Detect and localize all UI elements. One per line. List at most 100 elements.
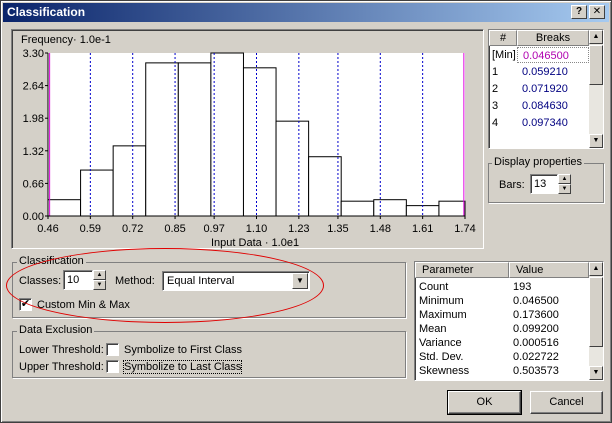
classes-spinner[interactable]: 10 ▲ ▼ [63, 270, 107, 290]
param-header-name[interactable]: Parameter [415, 262, 509, 278]
param-value: 0.503573 [513, 365, 559, 377]
histogram-bar [177, 62, 212, 217]
x-axis-title: Input Data · 1.0e1 [211, 237, 300, 249]
y-tick-label: 2.64 [23, 81, 44, 93]
parameters-table[interactable]: Parameter Value Count 193 Minimum 0.0465… [414, 261, 604, 381]
breaks-header-value[interactable]: Breaks [517, 30, 589, 46]
table-row[interactable]: Variance 0.000516 [415, 336, 589, 350]
histogram-bar [438, 200, 466, 217]
histogram-bar [210, 52, 244, 217]
custom-minmax-checkbox[interactable]: ✔ [19, 298, 32, 311]
scroll-thumb[interactable] [589, 45, 603, 85]
histogram-bar [242, 67, 277, 217]
spin-up-icon[interactable]: ▲ [558, 174, 571, 184]
parameters-scrollbar[interactable]: ▲ ▼ [589, 262, 603, 380]
break-value[interactable]: 0.084630 [517, 98, 589, 114]
x-tick-label: 1.48 [370, 223, 391, 235]
break-row[interactable]: 1 0.059210 [489, 64, 589, 80]
first-class-checkbox[interactable] [106, 343, 119, 356]
y-tick-label: 1.98 [23, 113, 44, 125]
breaks-header-index[interactable]: # [489, 30, 517, 46]
last-class-label[interactable]: Symbolize to Last Class [122, 360, 243, 374]
parameters-header: Parameter Value [415, 262, 589, 278]
table-row[interactable]: Minimum 0.046500 [415, 294, 589, 308]
lower-threshold-label: Lower Threshold: [19, 344, 104, 356]
method-value: Equal Interval [167, 275, 235, 287]
histogram-bar [145, 62, 179, 217]
method-label: Method: [115, 275, 155, 287]
breaks-header: # Breaks [489, 30, 589, 46]
classification-dialog: Classification ? ✕ Frequency· 1.0e-1 0.0… [0, 0, 612, 423]
scroll-down-icon[interactable]: ▼ [589, 366, 603, 380]
table-row[interactable]: Std. Dev. 0.022722 [415, 350, 589, 364]
break-row[interactable]: 4 0.097340 [489, 115, 589, 131]
break-value[interactable]: 0.071920 [517, 81, 589, 97]
table-row[interactable]: Count 193 [415, 280, 589, 294]
y-tick-label: 0.00 [23, 211, 44, 223]
spin-up-icon[interactable]: ▲ [93, 270, 106, 280]
scroll-down-icon[interactable]: ▼ [589, 134, 603, 148]
method-select[interactable]: Equal Interval ▼ [162, 271, 310, 291]
x-tick-label: 1.23 [288, 223, 309, 235]
last-class-checkbox[interactable] [106, 360, 119, 373]
ok-button[interactable]: OK [447, 390, 522, 415]
param-name: Maximum [419, 309, 467, 321]
histogram-bar [308, 156, 342, 217]
x-tick-label: 1.35 [327, 223, 348, 235]
break-row[interactable]: [Min] 0.046500 [489, 47, 589, 63]
x-tick-label: 1.61 [412, 223, 433, 235]
upper-threshold-label: Upper Threshold: [19, 361, 104, 373]
y-tick-label: 0.66 [23, 178, 44, 190]
param-value: 0.022722 [513, 351, 559, 363]
x-tick-label: 1.10 [246, 223, 267, 235]
spin-down-icon[interactable]: ▼ [558, 184, 571, 194]
dropdown-arrow-icon[interactable]: ▼ [292, 273, 308, 289]
cancel-button[interactable]: Cancel [530, 391, 603, 414]
bars-spinner[interactable]: 13 ▲ ▼ [530, 174, 572, 194]
param-name: Count [419, 281, 449, 293]
table-row[interactable]: Maximum 0.173600 [415, 308, 589, 322]
scroll-thumb[interactable] [589, 277, 603, 347]
x-tick-label: 0.97 [203, 223, 224, 235]
param-value: 0.000516 [513, 337, 559, 349]
classes-label: Classes: [19, 275, 62, 287]
display-properties-title: Display properties [492, 156, 585, 168]
break-row[interactable]: 2 0.071920 [489, 81, 589, 97]
table-row[interactable]: Skewness 0.503573 [415, 364, 589, 378]
break-index: 1 [492, 66, 499, 78]
break-row[interactable]: 3 0.084630 [489, 98, 589, 114]
classes-input[interactable]: 10 [63, 270, 93, 290]
scroll-up-icon[interactable]: ▲ [589, 262, 603, 276]
x-tick-label: 1.74 [454, 223, 475, 235]
break-index: 2 [492, 83, 499, 95]
histogram-bar [373, 199, 407, 217]
x-tick-label: 0.46 [37, 223, 58, 235]
classification-group-title: Classification [17, 255, 86, 267]
y-tick-label: 1.32 [23, 146, 44, 158]
scroll-up-icon[interactable]: ▲ [589, 30, 603, 44]
param-name: Std. Dev. [419, 351, 464, 363]
break-value[interactable]: 0.059210 [517, 64, 589, 80]
x-tick-label: 0.85 [164, 223, 185, 235]
x-tick-label: 0.59 [80, 223, 101, 235]
break-index: 3 [492, 100, 499, 112]
param-value: 0.099200 [513, 323, 559, 335]
param-name: Variance [419, 337, 462, 349]
break-value[interactable]: 0.097340 [517, 115, 589, 131]
breaks-scrollbar[interactable]: ▲ ▼ [589, 30, 603, 148]
histogram-bar [340, 200, 375, 217]
bars-input[interactable]: 13 [530, 174, 558, 194]
histogram-bar [275, 120, 310, 217]
first-class-label[interactable]: Symbolize to First Class [124, 344, 242, 356]
breaks-list[interactable]: # Breaks [Min] 0.046500 1 0.059210 2 0.0… [488, 29, 604, 149]
param-header-value[interactable]: Value [509, 262, 589, 278]
break-value[interactable]: 0.046500 [517, 47, 589, 63]
break-index: 4 [492, 117, 499, 129]
param-value: 0.046500 [513, 295, 559, 307]
histogram-bar [112, 145, 147, 217]
table-row[interactable]: Mean 0.099200 [415, 322, 589, 336]
param-name: Skewness [419, 365, 470, 377]
spin-down-icon[interactable]: ▼ [93, 280, 106, 290]
param-name: Minimum [419, 295, 464, 307]
custom-minmax-label[interactable]: Custom Min & Max [37, 299, 130, 311]
